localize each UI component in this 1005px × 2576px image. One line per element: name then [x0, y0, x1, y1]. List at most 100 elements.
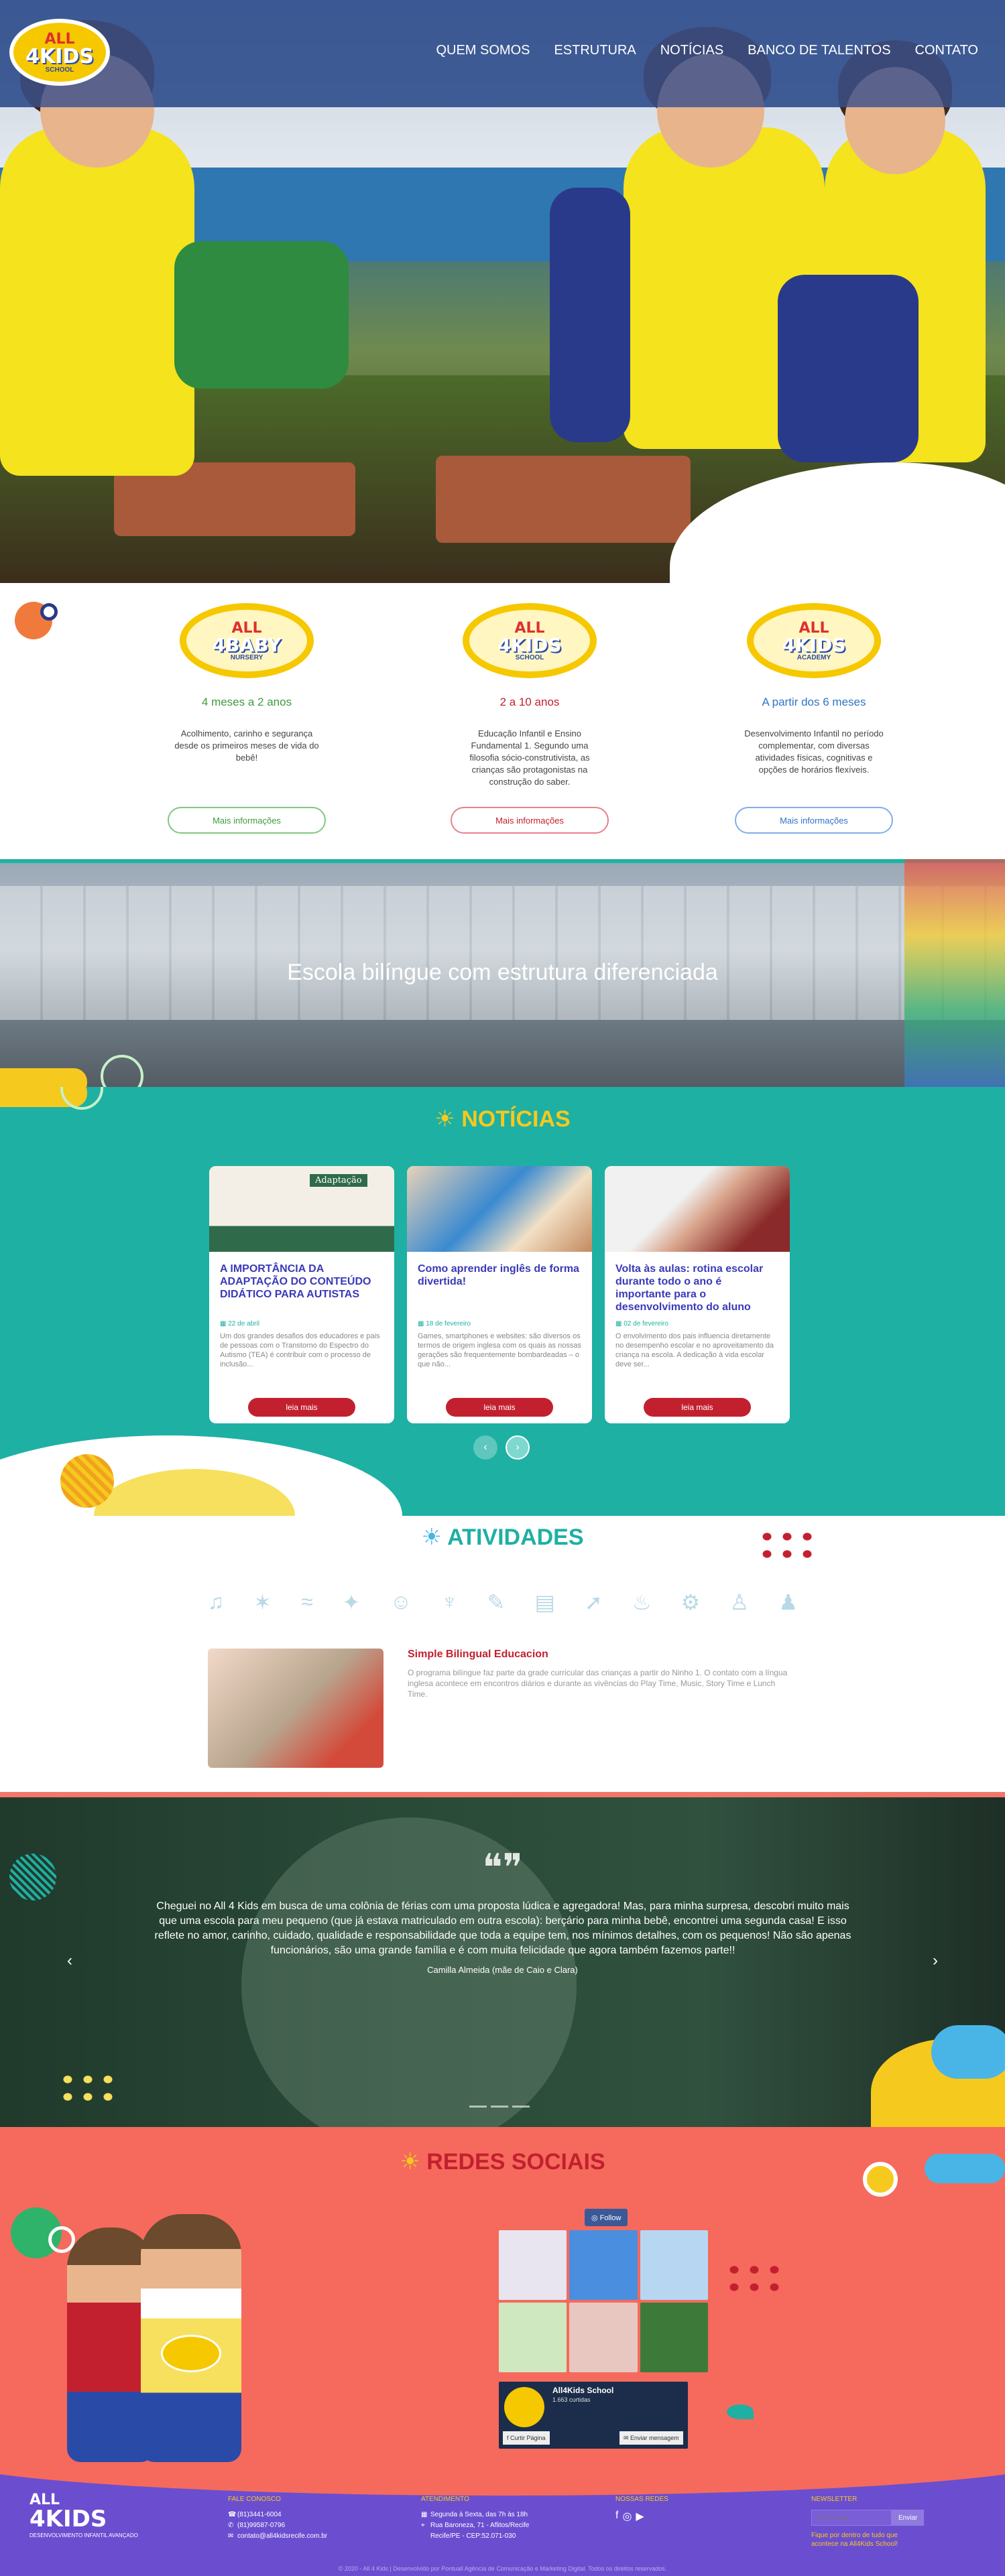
newsletter-note: Fique por dentro de tudo que acontece na…	[811, 2532, 898, 2548]
news-card[interactable]: Adaptação A IMPORTÂNCIA DA ADAPTAÇÃO DO …	[209, 1166, 394, 1423]
instagram-icon[interactable]: ◎	[622, 2510, 632, 2523]
slider-dot[interactable]	[512, 2106, 530, 2108]
school-logo-sub: NURSERY	[230, 654, 263, 661]
instagram-follow-button[interactable]: ◎ Follow	[585, 2209, 628, 2226]
news-card-date: ▦ 02 de fevereiro	[615, 1320, 779, 1328]
site-footer: ALL 4KIDS DESENVOLVIMENTO INFANTIL AVANÇ…	[0, 2462, 1005, 2576]
read-more-button[interactable]: leia mais	[446, 1398, 553, 1417]
instagram-post-thumbnail[interactable]	[640, 2303, 708, 2372]
reading-icon[interactable]: ▤	[535, 1590, 555, 1615]
nav-link-quem-somos[interactable]: QUEM SOMOS	[436, 43, 530, 58]
nav-link-noticias[interactable]: NOTÍCIAS	[660, 43, 723, 58]
slider-dot[interactable]	[469, 2106, 487, 2108]
follow-label: Follow	[599, 2213, 622, 2222]
theater-icon[interactable]: ☺	[390, 1590, 412, 1615]
email-icon: ✉	[228, 2532, 234, 2540]
read-more-button[interactable]: leia mais	[248, 1398, 355, 1417]
newsletter-submit-button[interactable]: Enviar	[892, 2510, 925, 2526]
uniform-logo	[161, 2335, 221, 2372]
school-age: A partir dos 6 meses	[762, 696, 866, 708]
instagram-post-thumbnail[interactable]	[569, 2230, 638, 2300]
activity-title: Simple Bilingual Educacion	[408, 1649, 548, 1660]
robotics-icon[interactable]: ⚙	[681, 1590, 701, 1615]
instagram-post-thumbnail[interactable]	[499, 2303, 567, 2372]
footer-networks-heading: NOSSAS REDES	[615, 2496, 668, 2503]
activity-description: O programa bilíngue faz parte da grade c…	[408, 1668, 788, 1699]
dance-icon[interactable]: ✦	[343, 1590, 361, 1615]
whatsapp-row[interactable]: ✆ (81)99587-0796	[228, 2520, 327, 2531]
structure-title: Escola bilíngue com estrutura diferencia…	[287, 960, 718, 985]
music-icon[interactable]: ♫	[208, 1590, 224, 1615]
art-icon[interactable]: ✎	[487, 1590, 506, 1615]
testimonial-section: ❝❞ Cheguei no All 4 Kids em busca de uma…	[0, 1797, 1005, 2127]
site-logo[interactable]: ALL 4KIDS SCHOOL	[9, 19, 110, 86]
decorative-ring	[863, 2162, 898, 2197]
decorative-teal-leaf	[727, 2404, 754, 2419]
school-description: Desenvolvimento Infantil no período comp…	[744, 728, 884, 775]
schools-section: ALL 4BABY NURSERY 4 meses a 2 anos Acolh…	[0, 583, 1005, 859]
address-row[interactable]: ⌖ Rua Baroneza, 71 - Aflitos/Recife	[421, 2520, 529, 2531]
phone-number: (81)3441-6004	[237, 2511, 282, 2518]
slider-dot[interactable]	[491, 2106, 508, 2108]
email-row[interactable]: ✉ contato@all4kidsrecife.com.br	[228, 2531, 327, 2542]
news-card-title[interactable]: Volta às aulas: rotina escolar durante t…	[615, 1263, 779, 1313]
facebook-icon[interactable]: f	[615, 2510, 618, 2523]
ballet-icon[interactable]: ✶	[253, 1590, 272, 1615]
hours-row: ▦ Segunda à Sexta, das 7h às 18h	[421, 2510, 529, 2520]
instagram-post-thumbnail[interactable]	[640, 2230, 708, 2300]
testimonial-next-button[interactable]: ›	[933, 1951, 938, 1970]
news-card-title[interactable]: A IMPORTÂNCIA DA ADAPTAÇÃO DO CONTEÚDO D…	[220, 1263, 383, 1313]
address: Rua Baroneza, 71 - Aflitos/Recife	[430, 2522, 530, 2529]
sun-icon: ☀	[434, 1106, 462, 1132]
newsletter-email-input[interactable]	[811, 2510, 892, 2526]
facebook-page-name[interactable]: All4Kids School	[552, 2386, 613, 2395]
run-icon[interactable]: ➚	[585, 1590, 603, 1615]
facebook-like-button[interactable]: f Curtir Página	[503, 2431, 550, 2445]
service-hours: Segunda à Sexta, das 7h às 18h	[430, 2511, 528, 2518]
youtube-icon[interactable]: ▶	[636, 2510, 644, 2523]
nav-link-contato[interactable]: CONTATO	[915, 43, 978, 58]
instagram-feed	[499, 2230, 708, 2372]
instagram-post-thumbnail[interactable]	[499, 2230, 567, 2300]
chevron-left-icon: ‹	[67, 1951, 72, 1970]
news-image	[407, 1166, 592, 1252]
news-card[interactable]: Como aprender inglês de forma divertida!…	[407, 1166, 592, 1423]
swim-icon[interactable]: ≈	[301, 1590, 313, 1615]
copyright: © 2020 - All 4 Kids | Desenvolvido por P…	[338, 2565, 667, 2572]
school-description: Educação Infantil e Ensino Fundamental 1…	[469, 728, 590, 787]
phone-row[interactable]: ☎ (81)3441-6004	[228, 2510, 327, 2520]
facebook-page-widget[interactable]: All4Kids School 1.663 curtidas f Curtir …	[499, 2382, 688, 2449]
footer-newsletter: NEWSLETTER Enviar Fique por dentro de tu…	[811, 2496, 925, 2549]
news-card[interactable]: Volta às aulas: rotina escolar durante t…	[605, 1166, 790, 1423]
testimonial-prev-button[interactable]: ‹	[67, 1951, 72, 1970]
decorative-dots	[58, 2071, 114, 2104]
more-info-button[interactable]: Mais informações	[735, 807, 893, 834]
footer-service-heading: ATENDIMENTO	[421, 2496, 469, 2503]
gymnastics-icon[interactable]: ♆	[441, 1590, 457, 1615]
more-info-button[interactable]: Mais informações	[451, 807, 609, 834]
footer-logo[interactable]: ALL 4KIDS DESENVOLVIMENTO INFANTIL AVANÇ…	[29, 2492, 138, 2538]
nav-link-estrutura[interactable]: ESTRUTURA	[554, 43, 636, 58]
family-icon[interactable]: ♟	[778, 1590, 798, 1615]
calendar-icon: ▦	[418, 1320, 426, 1328]
judo-icon[interactable]: ♙	[729, 1590, 749, 1615]
carousel-next-button[interactable]: ›	[506, 1435, 530, 1460]
chevron-right-icon: ›	[933, 1951, 938, 1970]
cep: Recife/PE - CEP:52.071-030	[430, 2532, 516, 2540]
chevron-right-icon: ›	[516, 1441, 520, 1453]
structure-banner[interactable]: Escola bilíngue com estrutura diferencia…	[0, 859, 1005, 1087]
sun-icon: ☀	[400, 2149, 427, 2175]
carousel-prev-button[interactable]: ‹	[473, 1435, 497, 1460]
instagram-post-thumbnail[interactable]	[569, 2303, 638, 2372]
news-title: ☀ NOTÍCIAS	[0, 1106, 1005, 1133]
facebook-message-button[interactable]: ✉ Enviar mensagem	[619, 2431, 683, 2445]
news-card-title[interactable]: Como aprender inglês de forma divertida!	[418, 1263, 581, 1313]
hero-child	[0, 127, 194, 476]
cooking-icon[interactable]: ♨	[632, 1590, 652, 1615]
nav-link-banco-de-talentos[interactable]: BANCO DE TALENTOS	[748, 43, 890, 58]
read-more-button[interactable]: leia mais	[644, 1398, 751, 1417]
testimonial-author: Camilla Almeida (mãe de Caio e Clara)	[427, 1965, 578, 1975]
sun-icon: ☀	[421, 1525, 448, 1550]
newsletter-form: Enviar	[811, 2510, 925, 2526]
more-info-button[interactable]: Mais informações	[168, 807, 326, 834]
